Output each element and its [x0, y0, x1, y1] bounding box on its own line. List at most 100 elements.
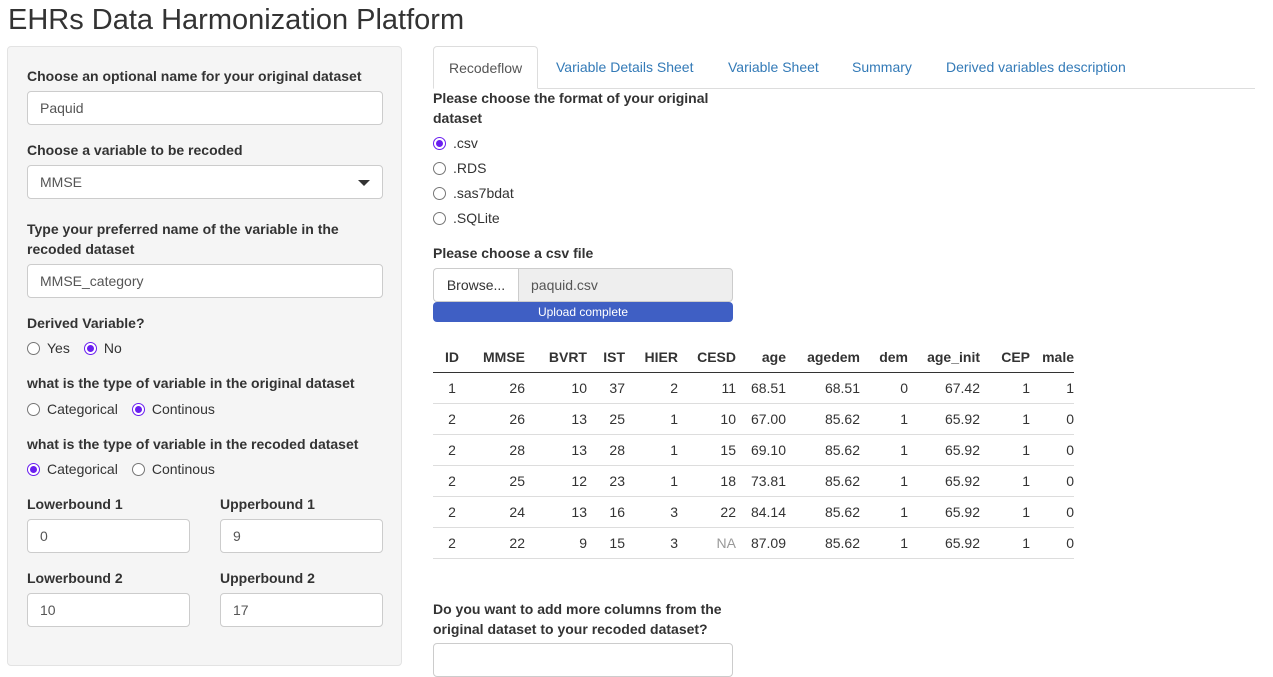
table-cell: 2	[625, 372, 678, 404]
tab-derived-variables-description[interactable]: Derived variables description	[946, 46, 1126, 88]
table-row: 1 26 10 37 2 11 68.51 68.51 0 67.42 1 1	[433, 372, 1074, 404]
table-cell: 0	[1030, 496, 1074, 528]
new-name-label-line1: Type your preferred name of the variable…	[27, 221, 339, 237]
recoded-type-radio-categorical[interactable]: Categorical	[27, 461, 118, 477]
table-cell: 22	[678, 496, 736, 528]
table-cell: 12	[525, 465, 587, 497]
table-cell: 65.92	[908, 465, 980, 497]
lowerbound-1-input[interactable]: 0	[27, 519, 190, 553]
upperbound-2-label: Upperbound 2	[220, 570, 315, 586]
sidebar-panel: Choose an optional name for your origina…	[7, 46, 402, 666]
format-radio-sqlite[interactable]: .SQLite	[433, 208, 500, 228]
table-cell: 10	[678, 403, 736, 435]
column-header: CESD	[678, 342, 736, 373]
column-header: MMSE	[471, 342, 525, 373]
format-label-line1: Please choose the format of your origina…	[433, 90, 709, 106]
orig-type-radio-categorical[interactable]: Categorical	[27, 401, 118, 417]
upperbound-2-input[interactable]: 17	[220, 593, 383, 627]
derived-label: Derived Variable?	[27, 315, 145, 331]
derived-radio-no[interactable]: No	[83, 340, 122, 356]
table-cell: 37	[587, 372, 625, 404]
table-cell: 1	[860, 527, 908, 559]
table-cell: 1	[980, 465, 1030, 497]
table-cell: 26	[471, 403, 525, 435]
table-cell: 22	[471, 527, 525, 559]
table-cell: 85.62	[786, 403, 860, 435]
table-cell: 85.62	[786, 496, 860, 528]
table-cell: 1	[860, 465, 908, 497]
table-cell: 28	[471, 434, 525, 466]
format-label-line2: dataset	[433, 110, 483, 126]
table-cell: 1	[860, 403, 908, 435]
new-name-label-line2: recoded dataset	[27, 241, 135, 257]
table-cell: 26	[471, 372, 525, 404]
table-cell: 0	[1030, 465, 1074, 497]
table-cell: 1	[625, 434, 678, 466]
column-header: age	[736, 342, 786, 373]
table-cell: 85.62	[786, 527, 860, 559]
table-header-row: ID MMSE BVRT IST HIER CESD age agedem dem age_ini…	[433, 342, 1074, 373]
upperbound-1-label: Upperbound 1	[220, 496, 315, 512]
table-cell: 18	[678, 465, 736, 497]
column-header: dem	[860, 342, 908, 373]
format-radio-rds[interactable]: .RDS	[433, 158, 486, 178]
tab-recodeflow[interactable]: Recodeflow	[433, 46, 539, 89]
variable-select-value: MMSE	[40, 174, 82, 190]
radio-selected-icon	[27, 462, 40, 476]
column-header: age_init	[908, 342, 980, 373]
table-cell: 2	[433, 403, 471, 435]
new-name-input[interactable]: MMSE_category	[27, 264, 383, 298]
radio-selected-icon	[131, 402, 145, 416]
table-cell: 1	[980, 403, 1030, 435]
table-cell: 2	[433, 434, 471, 466]
format-radio-sas7bdat[interactable]: .sas7bdat	[433, 183, 514, 203]
column-header: CEP	[980, 342, 1030, 373]
upload-progress: Upload complete	[433, 302, 733, 322]
lowerbound-2-input[interactable]: 10	[27, 593, 190, 627]
radio-icon	[27, 341, 40, 355]
table-cell: 65.92	[908, 496, 980, 528]
table-cell: 65.92	[908, 434, 980, 466]
table-cell: 15	[587, 527, 625, 559]
derived-radio-yes[interactable]: Yes	[27, 340, 70, 356]
upload-progress-bar: Upload complete	[433, 302, 733, 322]
table-cell: 16	[587, 496, 625, 528]
column-header: agedem	[786, 342, 860, 373]
table-cell: 23	[587, 465, 625, 497]
tab-summary[interactable]: Summary	[852, 46, 912, 88]
orig-type-radio-continous[interactable]: Continous	[131, 401, 215, 417]
table-row: 2 28 13 28 1 15 69.10 85.62 1 65.92 1 0	[433, 434, 1074, 466]
recoded-type-radio-group: Categorical Continous	[27, 459, 223, 479]
tab-variable-sheet[interactable]: Variable Sheet	[728, 46, 819, 88]
table-cell: 13	[525, 403, 587, 435]
radio-icon	[433, 211, 446, 225]
upperbound-1-input[interactable]: 9	[220, 519, 383, 553]
caret-down-icon	[358, 180, 370, 186]
table-cell: 2	[433, 465, 471, 497]
column-header: ID	[433, 342, 471, 373]
lowerbound-2-label: Lowerbound 2	[27, 570, 123, 586]
recoded-type-label: what is the type of variable in the reco…	[27, 436, 359, 452]
radio-icon	[131, 462, 145, 476]
lowerbound-1-label: Lowerbound 1	[27, 496, 123, 512]
format-radio-csv[interactable]: .csv	[433, 133, 478, 153]
table-cell: 24	[471, 496, 525, 528]
more-columns-select[interactable]	[433, 643, 733, 677]
table-cell: NA	[678, 527, 736, 559]
column-header: BVRT	[525, 342, 587, 373]
table-cell: 0	[1030, 527, 1074, 559]
variable-select[interactable]: MMSE	[27, 165, 383, 199]
dataset-name-input[interactable]: Paquid	[27, 91, 383, 125]
orig-type-label: what is the type of variable in the orig…	[27, 375, 355, 391]
table-cell: 1	[625, 403, 678, 435]
table-cell: 15	[678, 434, 736, 466]
table-cell: 0	[1030, 403, 1074, 435]
table-cell: 10	[525, 372, 587, 404]
table-cell: 28	[587, 434, 625, 466]
table-cell: 25	[587, 403, 625, 435]
table-cell: 73.81	[736, 465, 786, 497]
table-cell: 65.92	[908, 403, 980, 435]
browse-button[interactable]: Browse...	[433, 268, 518, 302]
recoded-type-radio-continous[interactable]: Continous	[131, 461, 215, 477]
tab-variable-details-sheet[interactable]: Variable Details Sheet	[556, 46, 693, 88]
